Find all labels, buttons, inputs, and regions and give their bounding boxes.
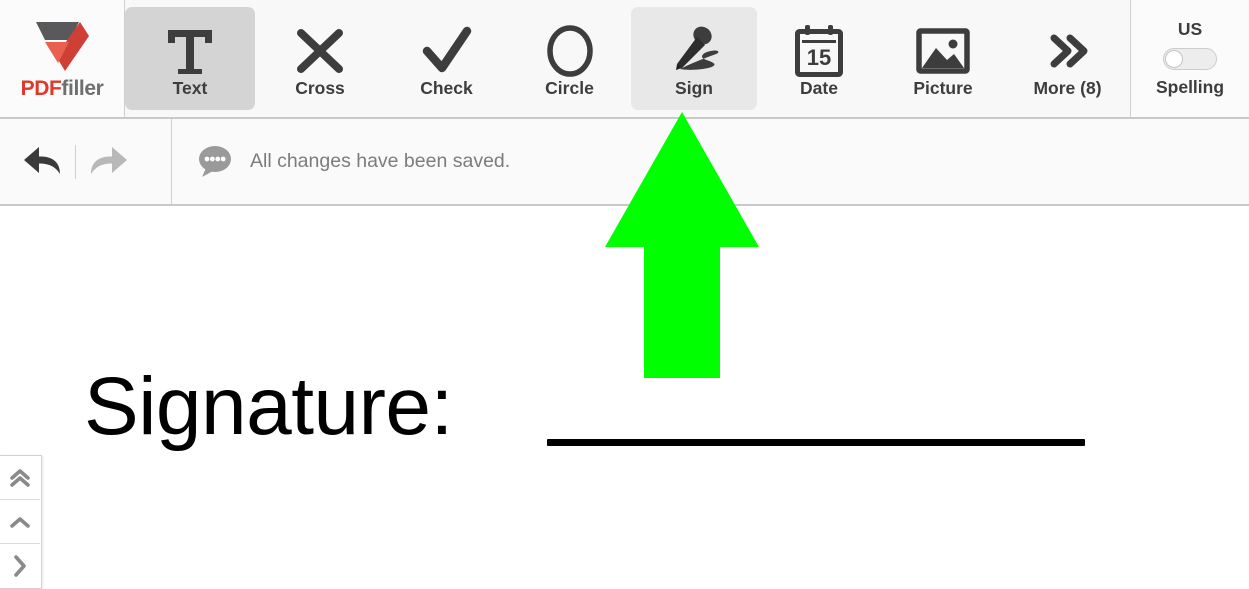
svg-text:15: 15 xyxy=(807,45,831,70)
chevron-double-right-icon xyxy=(1040,20,1096,82)
brand-logo[interactable]: PDFfiller xyxy=(0,0,125,117)
history-controls xyxy=(0,119,172,204)
save-status-message: All changes have been saved. xyxy=(250,149,511,172)
calendar-15-icon: 15 xyxy=(793,20,845,82)
main-toolbar: PDFfiller Text Cross Check Circle Sign 1… xyxy=(0,0,1249,119)
toolbar-item-cross[interactable]: Cross xyxy=(255,0,385,117)
us-spelling-toggle[interactable] xyxy=(1163,47,1217,70)
toolbar-label-picture: Picture xyxy=(913,77,973,98)
pdffiller-logo-icon xyxy=(36,22,89,71)
us-spelling-control[interactable]: US Spelling xyxy=(1130,0,1249,117)
toolbar-label-text: Text xyxy=(172,77,208,98)
expand-panel-button[interactable] xyxy=(0,544,40,588)
picture-image-icon xyxy=(915,20,971,82)
toolbar-label-cross: Cross xyxy=(295,77,345,98)
chevron-up-icon xyxy=(10,516,30,528)
toolbar-item-check[interactable]: Check xyxy=(385,0,508,117)
status-toolbar: All changes have been saved. xyxy=(0,119,1249,206)
cross-x-icon xyxy=(293,20,347,82)
toolbar-item-more[interactable]: More (8) xyxy=(1005,0,1130,117)
spelling-locale-label: US xyxy=(1177,19,1203,39)
toolbar-item-text[interactable]: Text xyxy=(125,0,255,117)
text-t-icon xyxy=(164,20,216,82)
checkmark-icon xyxy=(420,20,474,82)
toolbar-item-picture[interactable]: Picture xyxy=(881,0,1005,117)
document-canvas[interactable]: Signature: xyxy=(0,208,1249,585)
first-page-button[interactable] xyxy=(0,456,40,500)
undo-button[interactable] xyxy=(18,140,68,184)
toolbar-label-date: Date xyxy=(800,77,838,98)
brand-wordmark: PDFfiller xyxy=(21,78,104,99)
toolbar-label-check: Check xyxy=(420,77,473,98)
pdffiller-editor-window: PDFfiller Text Cross Check Circle Sign 1… xyxy=(0,0,1249,589)
signature-field-label: Signature: xyxy=(84,361,453,452)
history-divider xyxy=(75,144,76,179)
save-status: All changes have been saved. xyxy=(172,119,1249,204)
toolbar-item-circle[interactable]: Circle xyxy=(508,0,631,117)
chevron-right-icon xyxy=(14,555,26,577)
previous-page-button[interactable] xyxy=(0,500,40,544)
redo-arrow-icon xyxy=(91,146,127,174)
toolbar-label-sign: Sign xyxy=(675,77,713,98)
brand-filler-text: filler xyxy=(61,77,104,100)
sign-pen-icon xyxy=(664,20,724,82)
spelling-label: Spelling xyxy=(1155,76,1225,97)
speech-bubble-icon xyxy=(199,145,231,177)
chevron-double-up-icon xyxy=(10,468,30,487)
brand-pdf-text: PDF xyxy=(20,77,62,100)
undo-arrow-icon xyxy=(24,146,60,174)
toggle-knob xyxy=(1165,49,1183,68)
circle-o-icon xyxy=(543,20,597,82)
page-navigation-panel xyxy=(0,455,42,589)
redo-button[interactable] xyxy=(83,140,133,184)
signature-blank-line[interactable] xyxy=(547,439,1085,446)
toolbar-label-more: More (8) xyxy=(1033,77,1102,98)
toolbar-item-sign[interactable]: Sign xyxy=(631,0,757,117)
toolbar-item-date[interactable]: 15 Date xyxy=(757,0,881,117)
toolbar-label-circle: Circle xyxy=(545,77,594,98)
